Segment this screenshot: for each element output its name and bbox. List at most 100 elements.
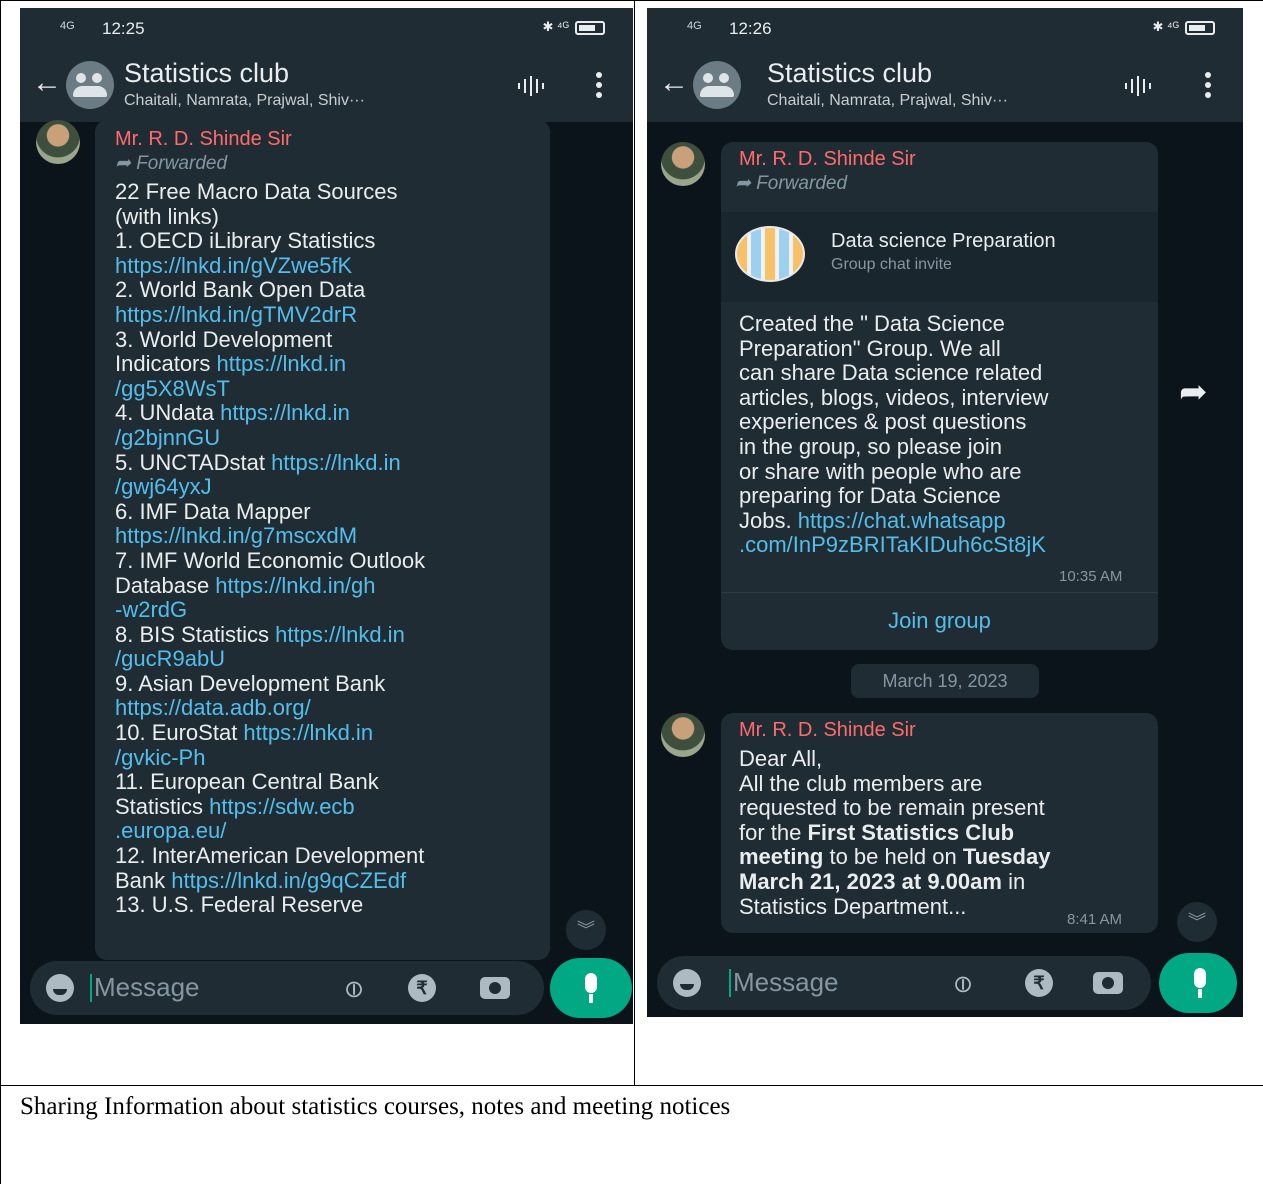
message-link[interactable]: /g2bjnnGU xyxy=(115,425,220,450)
message-link[interactable]: .europa.eu/ xyxy=(115,818,226,844)
message-input[interactable]: Message xyxy=(94,972,200,1003)
sender-avatar[interactable] xyxy=(661,713,705,757)
message-text: Dear All, All the club members are request… xyxy=(739,746,1158,919)
message-link[interactable]: https://lnkd.in/gVZwe5fK xyxy=(115,253,352,278)
chat-title[interactable]: Statistics club xyxy=(124,58,289,89)
message-bubble-data-sources[interactable]: Mr. R. D. Shinde Sir ➦ Forwarded 22 Free… xyxy=(95,120,550,960)
back-arrow-icon[interactable]: ← xyxy=(32,66,62,100)
message-link[interactable]: https://lnkd.in xyxy=(275,622,405,647)
mic-button[interactable] xyxy=(1159,953,1237,1013)
message-text-segment: 6. IMF Data Mapper xyxy=(115,498,311,524)
message-text-segment: 3. World Development xyxy=(115,326,333,352)
message-link[interactable]: /gg5X8WsT xyxy=(115,376,230,401)
message-text-segment: (with links) xyxy=(115,203,219,229)
emoji-icon[interactable] xyxy=(46,974,74,1002)
message-line: 22 Free Macro Data Sources xyxy=(115,179,545,205)
voice-chat-icon[interactable] xyxy=(1123,76,1153,96)
message-text-segment: preparing for Data Science xyxy=(739,483,1001,509)
table-left-border xyxy=(0,0,1,1184)
message-line: 11. European Central Bank xyxy=(115,769,545,795)
message-bubble-meeting-notice[interactable]: Mr. R. D. Shinde Sir Dear All, All the cl… xyxy=(721,713,1158,933)
message-line: 12. InterAmerican Development xyxy=(115,843,545,869)
message-text-segment: March 21, 2023 at 9.00am xyxy=(739,868,1002,894)
attach-icon[interactable]: ⊘ xyxy=(946,967,981,1002)
chat-title[interactable]: Statistics club xyxy=(767,58,932,89)
sender-name[interactable]: Mr. R. D. Shinde Sir xyxy=(739,148,916,171)
message-link[interactable]: https://lnkd.in xyxy=(217,351,347,376)
message-time: 10:35 AM xyxy=(1059,568,1123,585)
scroll-down-button[interactable]: ︾ xyxy=(566,910,606,950)
message-line: 10. EuroStat https://lnkd.in xyxy=(115,720,545,746)
message-line: https://lnkd.in/gTMV2drR xyxy=(115,302,545,328)
message-link[interactable]: https://chat.whatsapp xyxy=(798,508,1006,533)
voice-chat-icon[interactable] xyxy=(516,76,546,96)
message-line: /gwj64yxJ xyxy=(115,474,545,500)
message-link[interactable]: https://data.adb.org/ xyxy=(115,695,311,721)
message-link[interactable]: https://lnkd.in/gh xyxy=(215,573,375,598)
invite-group-name: Data science Preparation xyxy=(831,230,1056,252)
message-link[interactable]: https://lnkd.in xyxy=(243,720,373,745)
sender-name[interactable]: Mr. R. D. Shinde Sir xyxy=(115,128,292,151)
message-text-segment: for the xyxy=(739,819,808,845)
group-avatar[interactable] xyxy=(693,61,741,109)
message-composer[interactable]: Message ⊘ ₹ xyxy=(657,956,1151,1010)
phone-screenshot-right: 4G 12:26 ✱ ⁴ᴳ ← Statistics club Chaitali… xyxy=(647,8,1243,1017)
message-link[interactable]: https://lnkd.in xyxy=(220,400,350,426)
message-line: Database https://lnkd.in/gh xyxy=(115,573,545,599)
message-link[interactable]: /gucR9abU xyxy=(115,646,225,671)
battery-icon xyxy=(575,20,605,35)
message-text-segment: Bank xyxy=(115,867,172,893)
message-input[interactable]: Message xyxy=(733,967,839,998)
divider xyxy=(721,592,1158,593)
share-forward-icon[interactable]: ➦ xyxy=(1179,372,1208,412)
message-line: Jobs. https://chat.whatsapp xyxy=(739,508,1158,534)
sender-name[interactable]: Mr. R. D. Shinde Sir xyxy=(739,719,916,742)
group-avatar[interactable] xyxy=(66,61,114,109)
message-composer[interactable]: Message ⊘ ₹ xyxy=(30,961,544,1015)
message-line: for the First Statistics Club xyxy=(739,819,1158,846)
message-bubble-group-invite[interactable]: Mr. R. D. Shinde Sir ➦ Forwarded Data sc… xyxy=(721,142,1158,650)
message-link[interactable]: .com/InP9zBRITaKIDuh6cSt8jK xyxy=(739,532,1046,558)
message-text-segment: meeting xyxy=(739,844,824,870)
payment-icon[interactable]: ₹ xyxy=(408,974,436,1002)
mic-button[interactable] xyxy=(550,958,632,1018)
chat-header: ← Statistics club Chaitali, Namrata, Pra… xyxy=(647,48,1243,122)
message-text-segment: 12. InterAmerican Development xyxy=(115,843,425,869)
message-text-segment: 13. U.S. Federal Reserve xyxy=(115,892,364,918)
message-line: or share with people who are xyxy=(739,459,1158,485)
message-link[interactable]: /gvkic-Ph xyxy=(115,745,205,770)
sender-avatar[interactable] xyxy=(661,142,705,186)
message-link[interactable]: https://lnkd.in/gTMV2drR xyxy=(115,302,357,327)
scroll-down-button[interactable]: ︾ xyxy=(1177,902,1217,942)
message-line: 8. BIS Statistics https://lnkd.in xyxy=(115,622,545,648)
group-invite-card[interactable]: Data science Preparation Group chat invi… xyxy=(721,212,1158,302)
join-group-button[interactable]: Join group xyxy=(721,608,1158,634)
message-text-segment: Preparation" Group. We all xyxy=(739,335,1001,361)
message-link[interactable]: /gwj64yxJ xyxy=(115,474,212,499)
camera-icon[interactable] xyxy=(480,977,510,999)
more-options-icon[interactable] xyxy=(596,72,604,98)
message-link[interactable]: https://sdw.ecb xyxy=(209,794,355,819)
message-link[interactable]: -w2rdG xyxy=(115,597,187,622)
message-text-segment: articles, blogs, videos, interview xyxy=(739,384,1049,410)
sender-avatar[interactable] xyxy=(36,120,80,164)
chat-participants[interactable]: Chaitali, Namrata, Prajwal, Shiv··· xyxy=(767,92,1008,110)
message-line: https://lnkd.in/gVZwe5fK xyxy=(115,253,545,279)
back-arrow-icon[interactable]: ← xyxy=(659,66,689,100)
payment-icon[interactable]: ₹ xyxy=(1025,969,1053,997)
message-line: 2. World Bank Open Data xyxy=(115,278,545,303)
emoji-icon[interactable] xyxy=(673,969,701,997)
message-text: 22 Free Macro Data Sources (with links) 1.… xyxy=(115,179,545,918)
more-options-icon[interactable] xyxy=(1205,72,1213,98)
message-line: meeting to be held on Tuesday xyxy=(739,845,1158,870)
message-link[interactable]: https://lnkd.in/g7mscxdM xyxy=(115,523,357,549)
camera-icon[interactable] xyxy=(1093,972,1123,994)
signal-indicator: 4G xyxy=(60,20,75,32)
forwarded-label: ➦ Forwarded xyxy=(735,173,848,194)
attach-icon[interactable]: ⊘ xyxy=(337,972,372,1007)
message-link[interactable]: https://lnkd.in xyxy=(271,450,401,475)
message-line: Created the " Data Science xyxy=(739,311,1158,337)
chat-participants[interactable]: Chaitali, Namrata, Prajwal, Shiv··· xyxy=(124,92,365,110)
message-text-segment: in the group, so please join xyxy=(739,433,1002,459)
message-link[interactable]: https://lnkd.in/g9qCZEdf xyxy=(171,868,406,893)
